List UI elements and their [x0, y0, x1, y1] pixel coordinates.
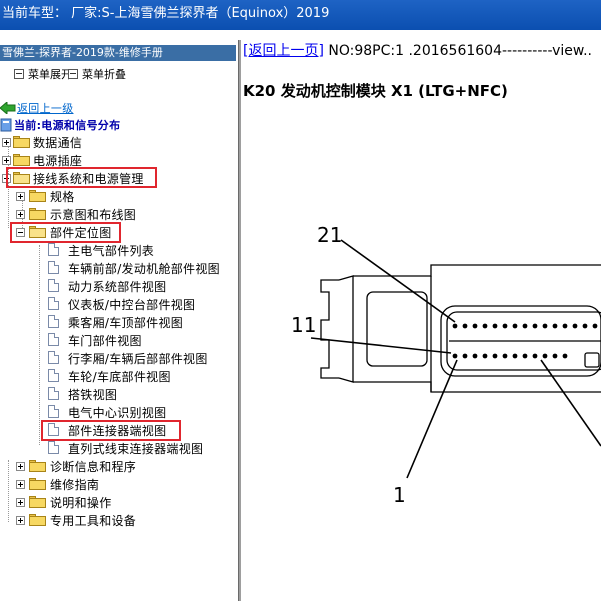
folder-icon [29, 514, 46, 526]
tree-item-label: 维修指南 [50, 478, 100, 492]
document-icon [48, 351, 59, 364]
expand-icon [14, 69, 24, 79]
app-title-bar: 当前车型： 厂家:S-上海雪佛兰探界者（Equinox）2019 [0, 0, 601, 30]
tree-item-label: 诊断信息和程序 [50, 460, 137, 474]
callout-21: 21 [317, 223, 342, 247]
back-arrow-icon [0, 102, 16, 114]
book-icon [0, 118, 12, 132]
folder-icon [13, 136, 30, 148]
folder-icon [29, 478, 46, 490]
document-icon [48, 441, 59, 454]
tree-item-diagnostics[interactable]: 诊断信息和程序 [0, 457, 200, 475]
tree-item-data-communication[interactable]: 数据通信 [0, 133, 200, 151]
expand-icon[interactable] [16, 498, 25, 507]
tree-item-label: 行李厢/车辆后部部件视图 [68, 352, 208, 366]
document-icon [48, 405, 59, 418]
highlight-box [6, 167, 157, 188]
tree-item-repair[interactable]: 维修指南 [0, 475, 200, 493]
tree-item-label: 乘客厢/车顶部件视图 [68, 316, 184, 330]
collapse-icon [68, 69, 78, 79]
tree-item-doc[interactable]: 直列式线束连接器端视图 [0, 439, 235, 457]
tree-item-label: 电气中心识别视图 [68, 406, 167, 420]
tree-item-label: 搭铁视图 [68, 388, 118, 402]
document-icon [48, 297, 59, 310]
document-viewer: [返回上一页] NO:98PC:1 .2016561604----------v… [241, 40, 601, 601]
folder-icon [29, 496, 46, 508]
highlight-box [41, 420, 181, 441]
collapse-menu-label: 菜单折叠 [82, 68, 126, 81]
expand-icon[interactable] [2, 156, 11, 165]
callout-11: 11 [291, 313, 316, 337]
document-nav-line: [返回上一页] NO:98PC:1 .2016561604----------v… [243, 40, 592, 60]
navigation-tree-panel: 雪佛兰-探界者-2019款-维修手册 菜单展开 菜单折叠 返回上一级 当前:电源… [0, 40, 238, 601]
tree-item-special-tools[interactable]: 专用工具和设备 [0, 511, 200, 529]
tree-item-label: 主电气部件列表 [68, 244, 155, 258]
tree-item-label: 数据通信 [33, 136, 83, 150]
tree-item-label: 仪表板/中控台部件视图 [68, 298, 196, 312]
folder-icon [29, 190, 46, 202]
tree-item-label: 车轮/车底部件视图 [68, 370, 171, 384]
tree-item-doc[interactable]: 车门部件视图 [0, 331, 235, 349]
document-icon [48, 369, 59, 382]
tree-item-doc[interactable]: 搭铁视图 [0, 385, 235, 403]
back-to-parent-link[interactable]: 返回上一级 [17, 100, 74, 116]
expand-icon[interactable] [16, 516, 25, 525]
document-icon [48, 333, 59, 346]
tree-item-specifications[interactable]: 规格 [0, 187, 200, 205]
tree-item-doc[interactable]: 车辆前部/发动机舱部件视图 [0, 259, 235, 277]
folder-icon [29, 460, 46, 472]
app-title-text: 当前车型： 厂家:S-上海雪佛兰探界者（Equinox）2019 [2, 6, 330, 21]
callout-1: 1 [393, 483, 406, 507]
tree-item-label: 专用工具和设备 [50, 514, 137, 528]
document-icon [48, 315, 59, 328]
tree-item-doc[interactable]: 主电气部件列表 [0, 241, 235, 259]
highlight-box [10, 222, 121, 243]
tree-item-schematics[interactable]: 示意图和布线图 [0, 205, 200, 223]
tree-item-label: 示意图和布线图 [50, 208, 137, 222]
tree-item-label: 车辆前部/发动机舱部件视图 [68, 262, 220, 276]
tree-item-doc[interactable]: 仪表板/中控台部件视图 [0, 295, 235, 313]
tree-item-doc[interactable]: 电气中心识别视图 [0, 403, 235, 421]
document-title: K20 发动机控制模块 X1 (LTG+NFC) [243, 82, 508, 100]
manual-title-bar: 雪佛兰-探界者-2019款-维修手册 [0, 45, 236, 61]
expand-menu-button[interactable]: 菜单展开 [14, 66, 72, 82]
expand-icon[interactable] [2, 138, 11, 147]
tree-item-label: 直列式线束连接器端视图 [68, 442, 204, 456]
document-icon [48, 279, 59, 292]
tree-item-doc[interactable]: 乘客厢/车顶部件视图 [0, 313, 235, 331]
tree-item-description[interactable]: 说明和操作 [0, 493, 200, 511]
tree-item-doc[interactable]: 车轮/车底部件视图 [0, 367, 235, 385]
tree-item-label: 车门部件视图 [68, 334, 142, 348]
tree-item-label: 说明和操作 [50, 496, 112, 510]
document-icon [48, 261, 59, 274]
document-icon [48, 387, 59, 400]
folder-icon [13, 154, 30, 166]
tree-item-doc[interactable]: 动力系统部件视图 [0, 277, 235, 295]
tree-item-label: 动力系统部件视图 [68, 280, 167, 294]
tree-item-label: 规格 [50, 190, 75, 204]
document-meta-text: NO:98PC:1 .2016561604----------view.. [323, 43, 592, 59]
document-icon [48, 243, 59, 256]
expand-icon[interactable] [16, 210, 25, 219]
collapse-menu-button[interactable]: 菜单折叠 [68, 66, 126, 82]
expand-icon[interactable] [16, 462, 25, 471]
expand-menu-label: 菜单展开 [28, 68, 72, 81]
tree-item-doc[interactable]: 行李厢/车辆后部部件视图 [0, 349, 235, 367]
expand-icon[interactable] [16, 480, 25, 489]
current-location-label: 当前:电源和信号分布 [14, 119, 121, 132]
folder-icon [29, 208, 46, 220]
back-to-previous-page-link[interactable]: [返回上一页] [243, 43, 324, 59]
expand-icon[interactable] [16, 192, 25, 201]
connector-end-view-diagram: 21 11 1 [291, 223, 601, 507]
